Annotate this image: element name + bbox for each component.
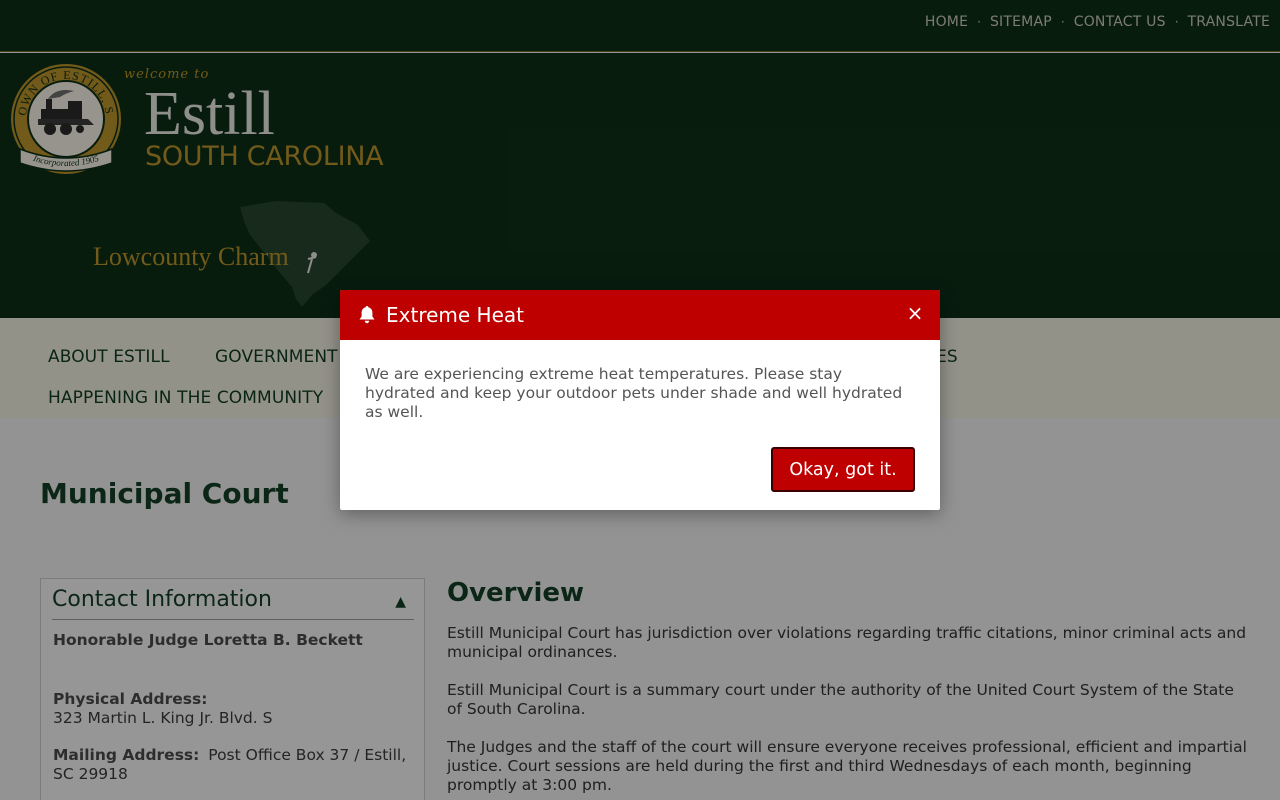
alert-title: Extreme Heat bbox=[386, 303, 524, 327]
extreme-heat-alert-dialog: Extreme Heat × We are experiencing extre… bbox=[340, 290, 940, 510]
dismiss-alert-button[interactable]: Okay, got it. bbox=[771, 447, 915, 492]
bell-icon bbox=[359, 306, 375, 324]
close-icon[interactable]: × bbox=[906, 303, 924, 323]
alert-header: Extreme Heat × bbox=[340, 290, 940, 340]
alert-message: We are experiencing extreme heat tempera… bbox=[365, 365, 903, 421]
